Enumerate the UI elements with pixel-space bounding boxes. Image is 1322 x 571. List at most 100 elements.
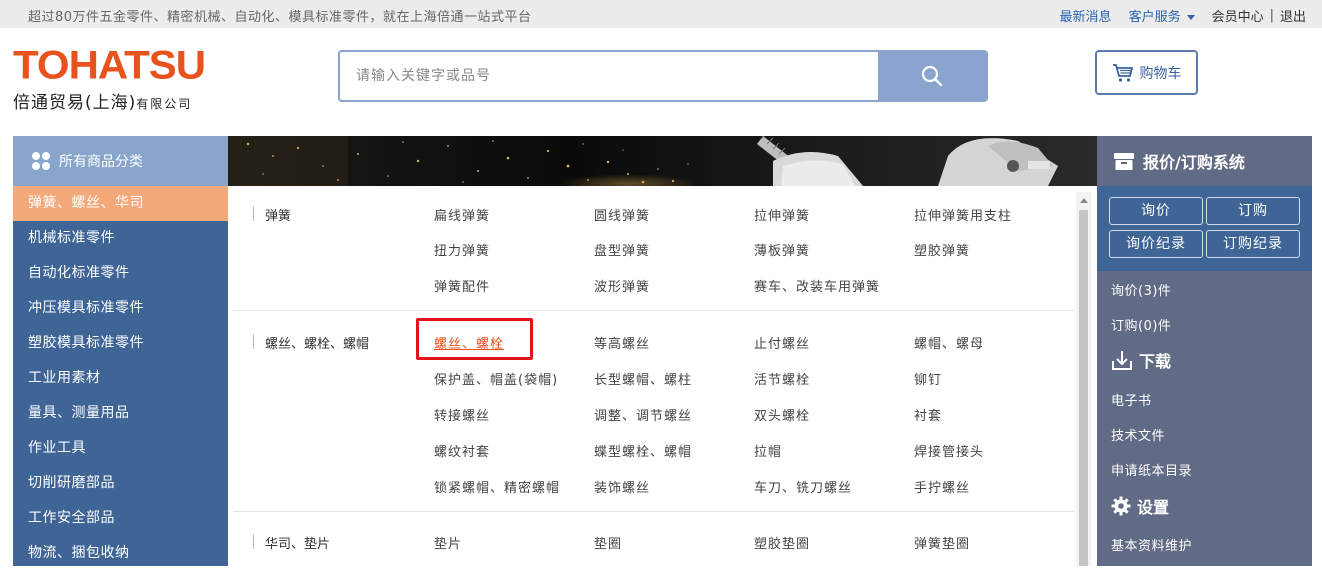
sidebar-item-industrial-materials[interactable]: 工业用素材 bbox=[13, 361, 228, 396]
menu-link[interactable]: 转接螺丝 bbox=[434, 405, 490, 424]
menu-link[interactable]: 衬套 bbox=[914, 405, 942, 424]
menu-link[interactable]: 波形弹簧 bbox=[594, 276, 650, 295]
customer-service-menu[interactable]: 客户服务 bbox=[1129, 6, 1195, 25]
menu-link[interactable]: 车刀、铣刀螺丝 bbox=[754, 477, 852, 496]
menu-link[interactable]: 弹簧配件 bbox=[434, 276, 490, 295]
menu-link[interactable]: 活节螺栓 bbox=[754, 369, 810, 388]
group-title[interactable]: 弹簧 bbox=[265, 205, 291, 224]
menu-link[interactable]: 垫片 bbox=[434, 533, 462, 552]
menu-link[interactable]: 等高螺丝 bbox=[594, 333, 650, 352]
menu-link[interactable]: 手拧螺丝 bbox=[914, 477, 970, 496]
download-title: 下载 bbox=[1139, 352, 1172, 371]
order-records-button[interactable]: 订购纪录 bbox=[1206, 230, 1300, 258]
scroll-up-icon[interactable] bbox=[1080, 198, 1088, 203]
sidebar-item-safety-parts[interactable]: 工作安全部品 bbox=[13, 501, 228, 536]
download-icon bbox=[1112, 351, 1132, 370]
order-button[interactable]: 订购 bbox=[1206, 197, 1300, 225]
menu-link[interactable]: 弹簧垫圈 bbox=[914, 533, 970, 552]
category-sidebar: 所有商品分类 弹簧、螺丝、华司 机械标准零件 自动化标准零件 冲压模具标准零件 … bbox=[13, 136, 228, 566]
menu-group-springs: 弹簧 扁线弹簧 圆线弹簧 拉伸弹簧 拉伸弹簧用支柱 扭力弹簧 盘型弹簧 薄板弹簧… bbox=[233, 186, 1075, 311]
panel-title: 报价/订购系统 bbox=[1143, 153, 1245, 172]
highlight-box bbox=[416, 318, 533, 360]
download-section-title: 下载 bbox=[1111, 348, 1171, 372]
menu-link[interactable]: 扭力弹簧 bbox=[434, 240, 490, 259]
order-count-link[interactable]: 订购(0)件 bbox=[1111, 315, 1171, 334]
sidebar-item-work-tools[interactable]: 作业工具 bbox=[13, 431, 228, 466]
logo-company: 倍通贸易(上海)有限公司 bbox=[13, 88, 205, 113]
search-box bbox=[338, 50, 988, 102]
ebook-link[interactable]: 电子书 bbox=[1111, 390, 1152, 409]
sidebar-title: 所有商品分类 bbox=[59, 154, 143, 170]
hero-banner bbox=[228, 136, 1097, 186]
search-button[interactable] bbox=[878, 52, 986, 100]
menu-link[interactable]: 拉帽 bbox=[754, 441, 782, 460]
cart-icon bbox=[1112, 63, 1133, 82]
menu-link[interactable]: 保护盖、帽盖(袋帽) bbox=[434, 369, 558, 388]
group-title[interactable]: 华司、垫片 bbox=[265, 533, 330, 552]
sidebar-item-mechanical-parts[interactable]: 机械标准零件 bbox=[13, 221, 228, 256]
menu-link[interactable]: 垫圈 bbox=[594, 533, 622, 552]
menu-link[interactable]: 拉伸弹簧 bbox=[754, 205, 810, 224]
menu-link[interactable]: 蝶型螺栓、螺帽 bbox=[594, 441, 692, 460]
menu-link[interactable]: 锁紧螺帽、精密螺帽 bbox=[434, 477, 560, 496]
sidebar-item-springs-screws-washers[interactable]: 弹簧、螺丝、华司 bbox=[13, 186, 228, 221]
panel-header: 报价/订购系统 bbox=[1097, 136, 1312, 186]
group-title[interactable]: 螺丝、螺栓、螺帽 bbox=[265, 333, 369, 352]
archive-box-icon bbox=[1114, 153, 1134, 170]
top-bar: 超过80万件五金零件、精密机械、自动化、模具标准零件，就在上海倍通一站式平台 最… bbox=[0, 0, 1322, 28]
search-input[interactable] bbox=[340, 52, 878, 100]
logo-company-suffix: 有限公司 bbox=[136, 97, 193, 111]
logout-link[interactable]: 退出 bbox=[1280, 6, 1306, 25]
scroll-thumb[interactable] bbox=[1079, 210, 1088, 566]
category-mega-menu: 弹簧 扁线弹簧 圆线弹簧 拉伸弹簧 拉伸弹簧用支柱 扭力弹簧 盘型弹簧 薄板弹簧… bbox=[228, 186, 1097, 566]
sidebar-item-measuring-tools[interactable]: 量具、测量用品 bbox=[13, 396, 228, 431]
gear-icon bbox=[1111, 496, 1131, 516]
sidebar-header: 所有商品分类 bbox=[13, 136, 228, 186]
customer-service-label: 客户服务 bbox=[1128, 10, 1181, 25]
profile-link[interactable]: 基本资料维护 bbox=[1111, 535, 1192, 554]
paper-catalog-link[interactable]: 申请纸本目录 bbox=[1111, 460, 1192, 479]
menu-link[interactable]: 塑胶垫圈 bbox=[754, 533, 810, 552]
group-divider bbox=[253, 334, 254, 349]
menu-link[interactable]: 圆线弹簧 bbox=[594, 205, 650, 224]
sidebar-item-cutting-grinding[interactable]: 切削研磨部品 bbox=[13, 466, 228, 501]
tech-docs-link[interactable]: 技术文件 bbox=[1111, 425, 1165, 444]
menu-link[interactable]: 螺帽、螺母 bbox=[914, 333, 984, 352]
menu-link[interactable]: 调整、调节螺丝 bbox=[594, 405, 692, 424]
menu-link[interactable]: 止付螺丝 bbox=[754, 333, 810, 352]
menu-scrollbar[interactable] bbox=[1076, 192, 1091, 566]
menu-link[interactable]: 赛车、改装车用弹簧 bbox=[754, 276, 880, 295]
menu-link[interactable]: 扁线弹簧 bbox=[434, 205, 490, 224]
menu-link[interactable]: 装饰螺丝 bbox=[594, 477, 650, 496]
menu-link[interactable]: 长型螺帽、螺柱 bbox=[594, 369, 692, 388]
menu-group-screws-bolts-nuts: 螺丝、螺栓、螺帽 螺丝、螺栓 等高螺丝 止付螺丝 螺帽、螺母 保护盖、帽盖(袋帽… bbox=[233, 311, 1075, 512]
cart-button[interactable]: 购物车 bbox=[1095, 50, 1198, 95]
site-logo[interactable]: TOHATSU 倍通贸易(上海)有限公司 bbox=[13, 42, 206, 113]
inquiry-button[interactable]: 询价 bbox=[1109, 197, 1203, 225]
inquiry-count-link[interactable]: 询价(3)件 bbox=[1111, 280, 1171, 299]
sidebar-item-press-die-parts[interactable]: 冲压模具标准零件 bbox=[13, 291, 228, 326]
settings-title: 设置 bbox=[1137, 498, 1170, 517]
menu-link[interactable]: 螺纹衬套 bbox=[434, 441, 490, 460]
menu-link[interactable]: 双头螺栓 bbox=[754, 405, 810, 424]
member-center-link[interactable]: 会员中心 bbox=[1212, 6, 1264, 25]
quote-order-buttons: 询价 订购 询价纪录 订购纪录 bbox=[1097, 186, 1312, 271]
site-slogan: 超过80万件五金零件、精密机械、自动化、模具标准零件，就在上海倍通一站式平台 bbox=[28, 10, 532, 25]
sidebar-item-plastic-mold-parts[interactable]: 塑胶模具标准零件 bbox=[13, 326, 228, 361]
sidebar-item-automation-parts[interactable]: 自动化标准零件 bbox=[13, 256, 228, 291]
menu-link[interactable]: 铆钉 bbox=[914, 369, 942, 388]
latest-news-link[interactable]: 最新消息 bbox=[1060, 6, 1112, 25]
menu-link[interactable]: 塑胶弹簧 bbox=[914, 240, 970, 259]
grid-icon bbox=[32, 152, 50, 170]
menu-link[interactable]: 盘型弹簧 bbox=[594, 240, 650, 259]
inquiry-records-button[interactable]: 询价纪录 bbox=[1109, 230, 1203, 258]
logo-brand: TOHATSU bbox=[13, 42, 206, 87]
menu-group-washers-shims: 华司、垫片 垫片 垫圈 塑胶垫圈 弹簧垫圈 bbox=[233, 512, 1075, 566]
banner-image bbox=[228, 136, 1058, 186]
menu-link[interactable]: 拉伸弹簧用支柱 bbox=[914, 205, 1012, 224]
link-separator: | bbox=[1269, 8, 1274, 23]
group-divider bbox=[253, 206, 254, 221]
menu-link[interactable]: 焊接管接头 bbox=[914, 441, 984, 460]
search-icon bbox=[921, 65, 943, 87]
menu-link[interactable]: 薄板弹簧 bbox=[754, 240, 810, 259]
